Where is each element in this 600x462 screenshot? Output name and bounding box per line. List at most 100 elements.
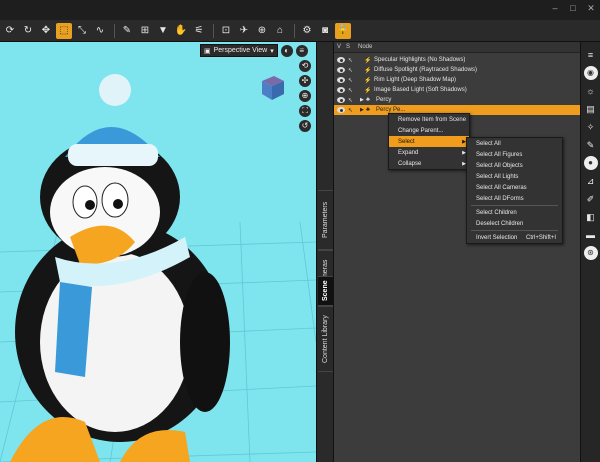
rotate-tool-icon[interactable]: ↻ xyxy=(20,23,36,39)
close-button[interactable]: ✕ xyxy=(586,3,596,13)
window-controls: – □ ✕ xyxy=(550,3,596,13)
minimize-button[interactable]: – xyxy=(550,3,560,13)
menu-item-select-children[interactable]: Select Children xyxy=(467,207,562,218)
aux-viewport-icon[interactable]: ⊿ xyxy=(584,174,598,188)
layers-icon[interactable]: ◧ xyxy=(584,210,598,224)
view-cube-icon[interactable] xyxy=(258,72,288,102)
menu-item-select-all[interactable]: Select All xyxy=(467,138,562,149)
menu-item-label: Select All Objects xyxy=(476,162,523,169)
selectable-cursor-icon[interactable]: ↖ xyxy=(348,57,353,64)
node-label: Specular Highlights (No Shadows) xyxy=(374,57,466,63)
render-settings-icon[interactable]: ◉ xyxy=(583,66,598,80)
timeline-icon[interactable]: ▬ xyxy=(584,228,598,242)
menu-item-change-parent[interactable]: Change Parent... xyxy=(389,125,469,136)
menu-item-invert-selection[interactable]: Invert Selection Ctrl+Shift+I xyxy=(467,232,562,243)
menu-item-label: Remove Item from Scene xyxy=(398,116,467,123)
menu-item-select[interactable]: Select ▶ xyxy=(389,136,469,147)
scene-node-row[interactable]: ↖ ⚡ Image Based Light (Soft Shadows) xyxy=(334,85,580,95)
joint-editor-icon[interactable]: ∿ xyxy=(92,23,108,39)
scale-tool-icon[interactable]: ⤡ xyxy=(74,23,90,39)
camera-tool-icon[interactable]: ✈ xyxy=(236,23,252,39)
hair-tool-icon[interactable]: ⚟ xyxy=(191,23,207,39)
tab-scene[interactable]: Scene xyxy=(318,276,333,306)
menu-item-select-all-figures[interactable]: Select All Figures xyxy=(467,149,562,160)
selectable-column-header[interactable]: S xyxy=(346,44,358,50)
translate-tool-icon[interactable]: ✥ xyxy=(38,23,54,39)
menu-item-select-all-objects[interactable]: Select All Objects xyxy=(467,160,562,171)
camera-selector[interactable]: ▣ Perspective View ▾ xyxy=(200,44,278,57)
region-nav-icon[interactable]: ⊞ xyxy=(137,23,153,39)
posing-icon[interactable]: ● xyxy=(583,156,598,170)
menu-item-label: Select xyxy=(398,138,415,145)
node-label: Diffuse Spotlight (Raytraced Shadows) xyxy=(374,67,477,73)
render-icon[interactable]: ⌂ xyxy=(272,23,288,39)
visible-column-header[interactable]: V xyxy=(334,44,346,50)
visibility-eye-icon[interactable] xyxy=(337,77,345,83)
tool-settings-icon[interactable]: ≡ xyxy=(584,48,598,62)
light-icon: ⚡ xyxy=(364,67,372,74)
main-toolbar: ⟳ ↻ ✥ ⬚ ⤡ ∿ ✎ ⊞ ▼ ✋ ⚟ ⊡ ✈ ⊕ ⌂ ⚙ ◙ 🔒 xyxy=(0,20,600,42)
tab-parameters[interactable]: Parameters xyxy=(318,190,333,250)
scene-node-row[interactable]: ↖ ⚡ Rim Light (Deep Shadow Map) xyxy=(334,75,580,85)
viewport-scene xyxy=(0,74,316,462)
globe-icon[interactable]: ⊛ xyxy=(583,246,598,260)
universal-tool-icon[interactable]: ⟳ xyxy=(2,23,18,39)
render-lock-icon[interactable]: 🔒 xyxy=(335,22,351,39)
menu-item-select-all-lights[interactable]: Select All Lights xyxy=(467,171,562,182)
draw-style-icon[interactable]: ◐ xyxy=(280,44,293,57)
menu-item-expand[interactable]: Expand ▶ xyxy=(389,147,469,158)
expand-arrow-icon[interactable]: ▶ xyxy=(360,97,364,103)
expand-arrow-icon[interactable]: ▶ xyxy=(360,107,364,113)
visibility-eye-icon[interactable] xyxy=(337,87,345,93)
surface-selection-icon[interactable]: ✎ xyxy=(119,23,135,39)
scene-node-row[interactable]: ↖ ⚡ Diffuse Spotlight (Raytraced Shadows… xyxy=(334,65,580,75)
geometry-editor-icon[interactable]: ▼ xyxy=(155,23,171,39)
select-submenu: Select All Select All Figures Select All… xyxy=(466,137,563,244)
tab-label: Content Library xyxy=(322,315,329,363)
lights-icon[interactable]: ☼ xyxy=(584,84,598,98)
node-column-header[interactable]: Node xyxy=(358,44,372,50)
selectable-cursor-icon[interactable]: ↖ xyxy=(348,87,353,94)
scene-node-row[interactable]: ↖ ▶ ♣ Percy xyxy=(334,95,580,105)
visibility-eye-icon[interactable] xyxy=(337,67,345,73)
pan-icon[interactable]: ✣ xyxy=(299,75,311,87)
selectable-cursor-icon[interactable]: ↖ xyxy=(348,67,353,74)
menu-item-label: Select All Lights xyxy=(476,173,519,180)
pen-icon[interactable]: ✐ xyxy=(584,192,598,206)
figure-icon: ♣ xyxy=(366,97,370,103)
menu-divider xyxy=(471,205,558,206)
orbit-icon[interactable]: ⟲ xyxy=(299,60,311,72)
visibility-eye-icon[interactable] xyxy=(337,57,345,63)
node-label: Percy xyxy=(376,97,392,103)
node-label: Image Based Light (Soft Shadows) xyxy=(374,87,467,93)
reset-view-icon[interactable]: ↺ xyxy=(299,120,311,132)
surfaces-icon[interactable]: ▤ xyxy=(584,102,598,116)
3d-viewport[interactable]: ▣ Perspective View ▾ ◐ ≡ ⟲ ✣ ⊕ ⛶ ↺ xyxy=(0,42,316,462)
node-selection-tool-icon[interactable]: ⬚ xyxy=(56,22,72,39)
aim-tool-icon[interactable]: ⊕ xyxy=(254,23,270,39)
selectable-cursor-icon[interactable]: ↖ xyxy=(348,77,353,84)
menu-item-select-all-cameras[interactable]: Select All Cameras xyxy=(467,182,562,193)
visibility-eye-icon[interactable] xyxy=(337,107,345,113)
menu-item-remove[interactable]: Remove Item from Scene xyxy=(389,114,469,125)
viewport-options-icon[interactable]: ≡ xyxy=(295,44,308,57)
selectable-cursor-icon[interactable]: ↖ xyxy=(348,97,353,104)
visibility-eye-icon[interactable] xyxy=(337,97,345,103)
maximize-button[interactable]: □ xyxy=(568,3,578,13)
shaping-icon[interactable]: ✧ xyxy=(584,120,598,134)
render-settings-icon[interactable]: ⚙ xyxy=(299,23,315,39)
menu-item-collapse[interactable]: Collapse ▶ xyxy=(389,158,469,169)
viewport-nav-icons: ⟲ ✣ ⊕ ⛶ ↺ xyxy=(299,60,311,132)
zoom-icon[interactable]: ⊕ xyxy=(299,90,311,102)
pane-tab-strip: Parameters Cameras Scene Content Library xyxy=(316,42,334,462)
surface-tool-icon[interactable]: ✋ xyxy=(173,23,189,39)
spot-render-icon[interactable]: ⊡ xyxy=(218,23,234,39)
selectable-cursor-icon[interactable]: ↖ xyxy=(348,107,353,114)
menu-item-select-all-dforms[interactable]: Select All DForms xyxy=(467,193,562,204)
camera-render-icon[interactable]: ◙ xyxy=(317,23,333,39)
frame-icon[interactable]: ⛶ xyxy=(299,105,311,117)
menu-item-deselect-children[interactable]: Deselect Children xyxy=(467,218,562,229)
brush-icon[interactable]: ✎ xyxy=(584,138,598,152)
scene-node-row[interactable]: ↖ ⚡ Specular Highlights (No Shadows) xyxy=(334,55,580,65)
tab-content-library[interactable]: Content Library xyxy=(318,306,333,372)
